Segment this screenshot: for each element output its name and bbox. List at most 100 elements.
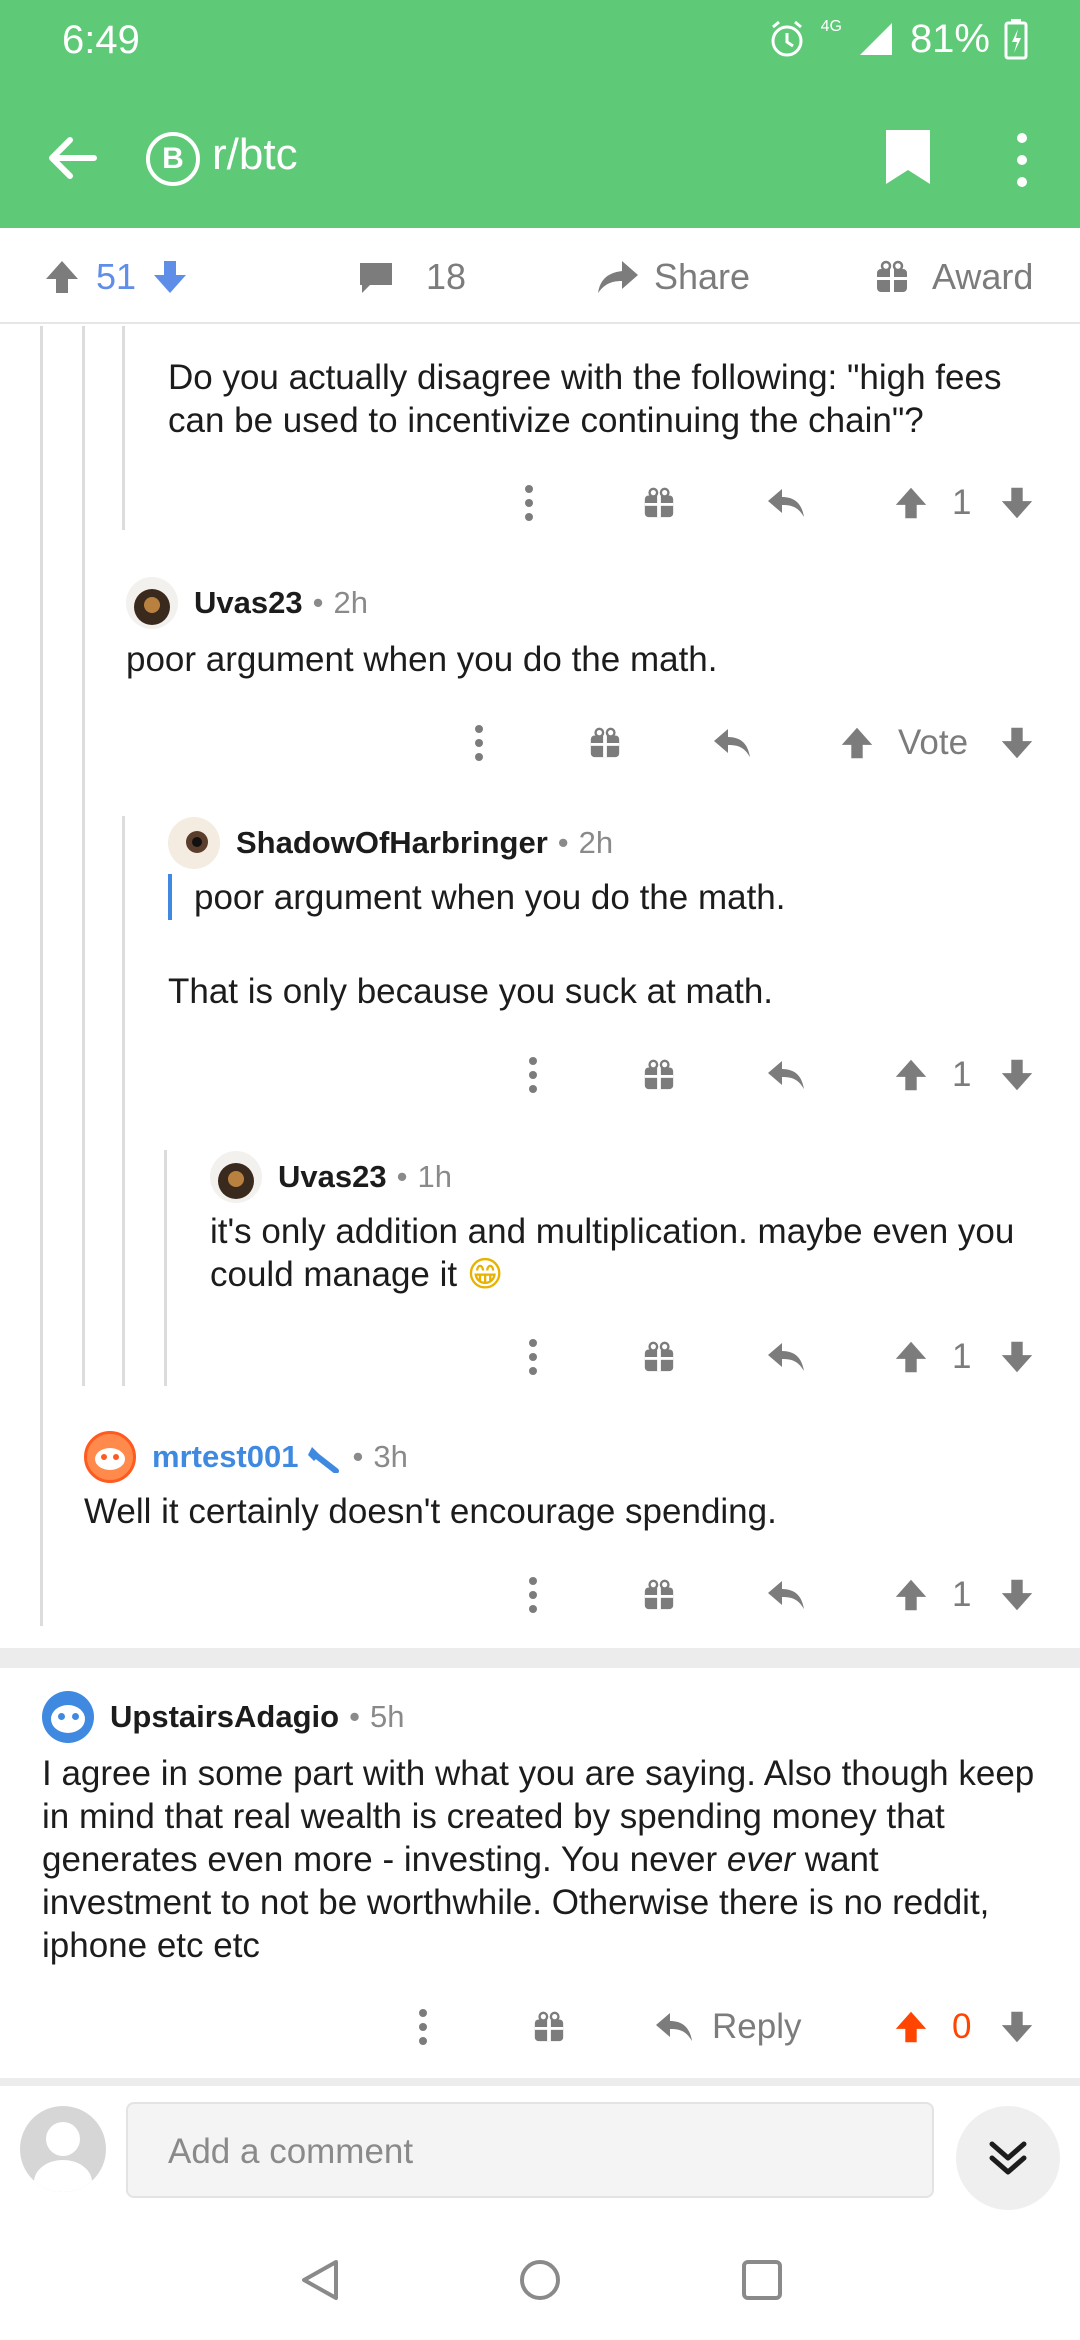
- avatar[interactable]: [84, 1431, 136, 1483]
- upvote-icon: [895, 1341, 927, 1373]
- gift-icon: [644, 1341, 674, 1372]
- comment-reply-button[interactable]: [712, 716, 752, 770]
- gift-icon: [644, 1059, 674, 1090]
- avatar[interactable]: [126, 577, 178, 629]
- overflow-menu-icon[interactable]: [1002, 128, 1042, 192]
- comment-author[interactable]: Uvas23: [278, 1159, 387, 1195]
- status-icons: 4G 81%: [767, 14, 1028, 64]
- comments-count: 18: [426, 256, 467, 297]
- comment-body: Do you actually disagree with the follow…: [168, 358, 1002, 440]
- downvote-icon: [1001, 487, 1033, 519]
- network-type: 4G: [820, 18, 842, 35]
- upvote-icon: [895, 487, 927, 519]
- comment-upvote-button[interactable]: [892, 2000, 930, 2054]
- avatar[interactable]: [168, 817, 220, 869]
- comment-award-button[interactable]: [642, 1568, 676, 1622]
- comment-more-button[interactable]: [526, 1048, 540, 1102]
- upvote-icon[interactable]: [42, 257, 82, 297]
- system-nav-bar: [0, 2216, 1080, 2340]
- share-icon: [598, 261, 638, 293]
- comment-actions: Vote: [0, 716, 1080, 770]
- downvote-icon: [1001, 2011, 1033, 2043]
- comment-more-button[interactable]: [526, 1568, 540, 1622]
- comment-reply-button[interactable]: Reply: [654, 2000, 801, 2054]
- comment-upvote-button[interactable]: [892, 1048, 930, 1102]
- comment-author[interactable]: Uvas23: [194, 585, 303, 621]
- comment-downvote-button[interactable]: [998, 1568, 1036, 1622]
- bookmark-icon[interactable]: [882, 126, 934, 188]
- avatar[interactable]: [210, 1151, 262, 1203]
- comment-body: Well it certainly doesn't encourage spen…: [84, 1492, 777, 1531]
- comment-author[interactable]: ShadowOfHarbringer: [236, 825, 548, 861]
- comments-count-button[interactable]: 18: [356, 250, 466, 304]
- comment-body: I agree in some part with what you are s…: [42, 1752, 1052, 1967]
- nav-home-icon[interactable]: [516, 2256, 564, 2304]
- grin-emoji: 😁: [466, 1255, 504, 1295]
- downvote-icon: [1001, 727, 1033, 759]
- comment-more-button[interactable]: [522, 476, 536, 530]
- comment-award-button[interactable]: [642, 1048, 676, 1102]
- comment-downvote-button[interactable]: [998, 716, 1036, 770]
- comment-author[interactable]: UpstairsAdagio: [110, 1699, 339, 1735]
- avatar[interactable]: [42, 1691, 94, 1743]
- more-vertical-icon: [529, 1577, 537, 1613]
- more-vertical-icon: [475, 725, 483, 761]
- nav-recents-icon[interactable]: [738, 2256, 786, 2304]
- comment-upvote-button[interactable]: [892, 1330, 930, 1384]
- comment-downvote-button[interactable]: [998, 476, 1036, 530]
- comment-body-emphasis: ever: [726, 1840, 795, 1879]
- comment-age: 3h: [373, 1439, 408, 1474]
- downvote-icon[interactable]: [150, 257, 190, 297]
- share-button[interactable]: Share: [596, 250, 750, 304]
- comment-more-button[interactable]: [416, 2000, 430, 2054]
- comment-downvote-button[interactable]: [998, 1330, 1036, 1384]
- comment-reply-button[interactable]: [766, 1048, 806, 1102]
- reply-icon: [768, 489, 804, 517]
- more-vertical-icon: [525, 485, 533, 521]
- comment-reply-button[interactable]: [766, 476, 806, 530]
- comment-downvote-button[interactable]: [998, 1048, 1036, 1102]
- comment-age: 1h: [417, 1159, 452, 1194]
- reply-icon: [714, 729, 750, 757]
- comment-award-button[interactable]: [642, 476, 676, 530]
- nav-back-icon[interactable]: [296, 2256, 344, 2304]
- collapse-button[interactable]: [956, 2106, 1060, 2210]
- user-avatar[interactable]: [20, 2106, 106, 2192]
- post-score: 51: [96, 256, 137, 297]
- subreddit-name[interactable]: r/btc: [212, 130, 298, 180]
- app-header: 6:49 4G 81% B r/btc: [0, 0, 1080, 228]
- comment-upvote-button[interactable]: [892, 1568, 930, 1622]
- downvote-icon: [1001, 1059, 1033, 1091]
- more-vertical-icon: [529, 1057, 537, 1093]
- back-arrow-icon[interactable]: [40, 126, 104, 190]
- comment-award-button[interactable]: [642, 1330, 676, 1384]
- comment-author-row: UpstairsAdagio • 5h: [42, 1690, 404, 1744]
- comment-author[interactable]: mrtest001: [152, 1439, 298, 1475]
- alarm-icon: [771, 20, 803, 57]
- comment-upvote-button[interactable]: [892, 476, 930, 530]
- comment-age: 2h: [578, 825, 614, 860]
- comment-downvote-button[interactable]: [998, 2000, 1036, 2054]
- comment-reply-button[interactable]: [766, 1568, 806, 1622]
- comment-award-button[interactable]: [532, 2000, 566, 2054]
- comment-more-button[interactable]: [526, 1330, 540, 1384]
- comment-more-button[interactable]: [472, 716, 486, 770]
- award-button[interactable]: Award: [874, 250, 1033, 304]
- gift-icon: [590, 727, 620, 758]
- gift-icon: [534, 2011, 564, 2042]
- comment-upvote-button[interactable]: [838, 716, 876, 770]
- add-comment-input[interactable]: Add a comment: [126, 2102, 934, 2198]
- comment-quote: poor argument when you do the math.: [194, 878, 786, 917]
- reply-icon: [768, 1581, 804, 1609]
- comment-award-button[interactable]: [588, 716, 622, 770]
- comment-body-text: I agree in some part with what you are s…: [42, 1754, 1035, 1879]
- award-label: Award: [932, 256, 1034, 297]
- comment-actions: 1: [0, 1568, 1080, 1622]
- comment-author-row: ShadowOfHarbringer • 2h: [168, 816, 613, 870]
- battery-level: 81%: [909, 16, 990, 61]
- comment-separator: [0, 1648, 1080, 1668]
- app-bar: B r/btc: [0, 110, 1080, 200]
- comment-reply-button[interactable]: [766, 1330, 806, 1384]
- upvote-icon: [895, 1579, 927, 1611]
- post-action-bar: 51 18 Share Award: [0, 228, 1080, 324]
